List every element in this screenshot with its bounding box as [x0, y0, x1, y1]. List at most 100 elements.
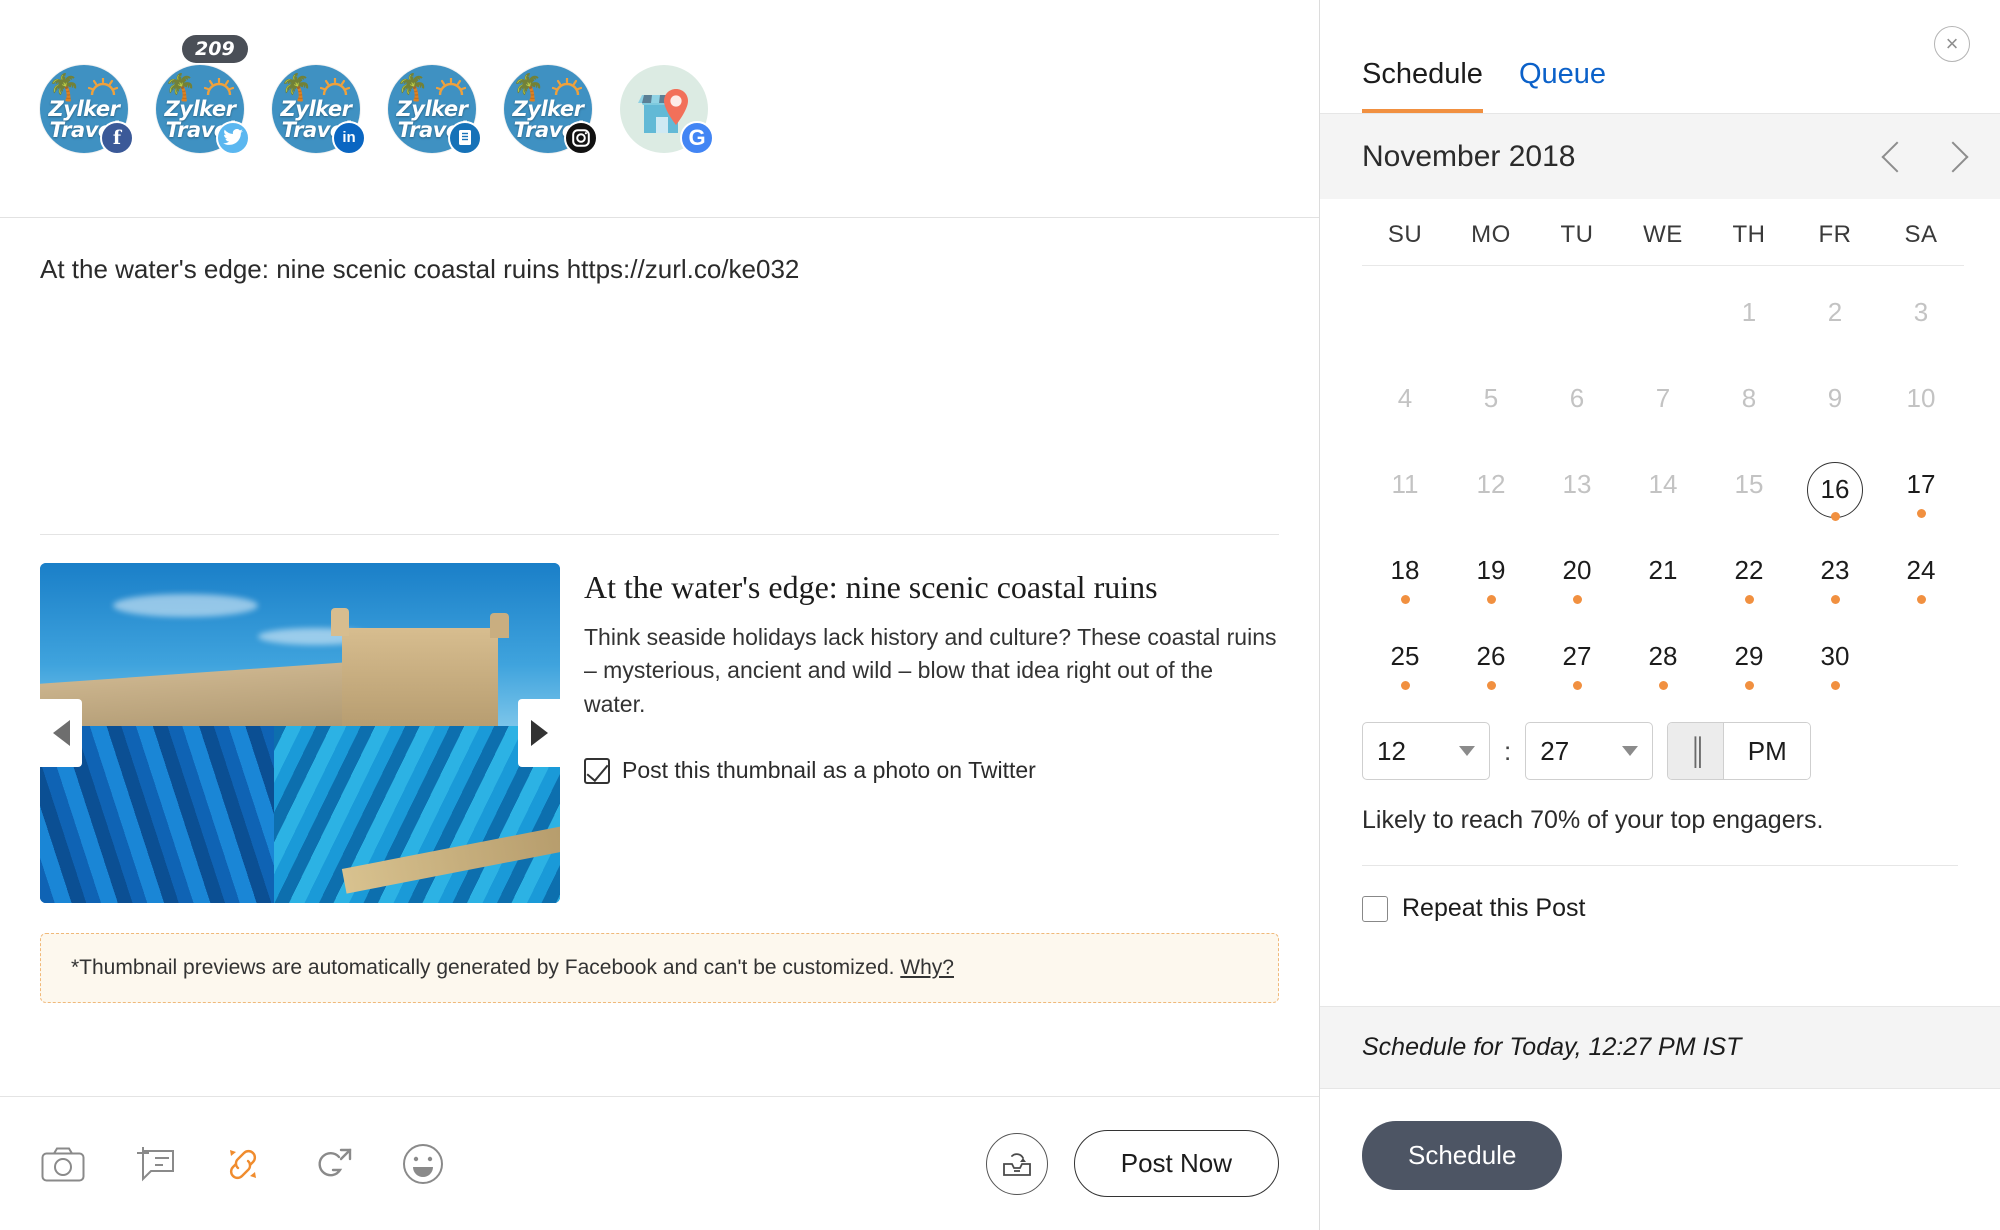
character-counter-badge: 209: [182, 34, 248, 63]
repeat-post-checkbox[interactable]: [1362, 895, 1388, 922]
calendar-day-18[interactable]: 18: [1362, 538, 1448, 610]
google-icon: G: [680, 120, 714, 155]
brand-line-1: Zylker: [396, 96, 468, 121]
save-draft-button[interactable]: [985, 1132, 1048, 1195]
calendar-day-number: 3: [1913, 297, 1929, 327]
sun-icon: [204, 77, 234, 95]
repeat-post-label: Repeat this Post: [1402, 894, 1586, 922]
post-text-area[interactable]: At the water's edge: nine scenic coastal…: [0, 218, 1319, 518]
thumbnail-prev-button[interactable]: [40, 699, 82, 767]
calendar-day-number: 16: [1807, 462, 1863, 518]
hour-value: 12: [1377, 735, 1406, 766]
schedule-summary-text: Schedule for Today, 12:27 PM IST: [1320, 1006, 2000, 1089]
calendar-day-1: 1: [1706, 280, 1792, 352]
emoji-icon[interactable]: [400, 1141, 446, 1187]
meridiem-toggle[interactable]: ║ PM: [1667, 722, 1812, 780]
link-preview-card: At the water's edge: nine scenic coastal…: [0, 535, 1319, 903]
calendar-day-number: 4: [1397, 383, 1413, 413]
calendar-day-12: 12: [1448, 452, 1534, 524]
calendar-body: 1 2 3 4 5 6 7 8 9 10 11 12 13 14 15 16 17 18 19 20 21 22 23 24 2…: [1362, 266, 1964, 696]
meridiem-toggle-handle[interactable]: ║: [1668, 723, 1725, 779]
post-now-button[interactable]: Post Now: [1073, 1130, 1279, 1197]
composer-pane: 🌴 Zylker Travel f 209 🌴 Zylker Travel 🌴 …: [0, 0, 1320, 1230]
sun-icon: [552, 77, 582, 95]
post-thumbnail-checkbox[interactable]: [584, 757, 610, 784]
account-avatar-linkedin[interactable]: 🌴 Zylker Travel in: [272, 64, 366, 155]
brand-line-1: Zylker: [512, 96, 584, 121]
post-thumbnail-checkbox-label: Post this thumbnail as a photo on Twitte…: [622, 757, 1036, 784]
calendar-day-number: 28: [1648, 641, 1678, 671]
calendar-day-25[interactable]: 25: [1362, 624, 1448, 696]
scheduled-post-dot: [1830, 681, 1840, 690]
calendar-day-23[interactable]: 23: [1792, 538, 1878, 610]
calendar-day-26[interactable]: 26: [1448, 624, 1534, 696]
time-separator: :: [1504, 735, 1512, 766]
calendar-day-21[interactable]: 21: [1620, 538, 1706, 610]
weekday-label: WE: [1643, 221, 1683, 248]
business-page-icon: [448, 120, 482, 155]
twitter-icon: [216, 120, 250, 155]
calendar-day-27[interactable]: 27: [1534, 624, 1620, 696]
calendar-day-7: 7: [1620, 366, 1706, 438]
account-avatar-facebook[interactable]: 🌴 Zylker Travel f: [40, 64, 134, 155]
calendar-day-24[interactable]: 24: [1878, 538, 1964, 610]
thumbnail-notice-text: *Thumbnail previews are automatically ge…: [71, 956, 901, 979]
schedule-footer: Schedule: [1320, 1089, 2000, 1230]
calendar-day-13: 13: [1534, 452, 1620, 524]
calendar-day-30[interactable]: 30: [1792, 624, 1878, 696]
palm-tree-icon: 🌴: [48, 71, 81, 102]
calendar-day-number: 20: [1562, 555, 1592, 585]
close-icon[interactable]: ×: [1934, 26, 1970, 62]
link-icon[interactable]: [220, 1141, 266, 1187]
calendar-day-17[interactable]: 17: [1878, 452, 1964, 524]
next-month-button[interactable]: [1937, 140, 1969, 173]
schedule-button[interactable]: Schedule: [1362, 1121, 1563, 1190]
calendar-day-3: 3: [1878, 280, 1964, 352]
link-preview-title: At the water's edge: nine scenic coastal…: [584, 569, 1158, 605]
prev-month-button[interactable]: [1881, 140, 1913, 173]
calendar-week-row: 11 12 13 14 15 16 17: [1362, 438, 1964, 524]
weekday-label: TU: [1560, 221, 1594, 248]
calendar-day-19[interactable]: 19: [1448, 538, 1534, 610]
minute-select[interactable]: 27: [1525, 722, 1654, 780]
camera-icon[interactable]: [40, 1141, 86, 1187]
calendar-day-16[interactable]: 16: [1792, 452, 1878, 524]
calendar-day-number: 9: [1827, 383, 1843, 413]
calendar-week-row: 4 5 6 7 8 9 10: [1362, 352, 1964, 438]
account-avatar-google-my-business[interactable]: G: [620, 64, 714, 155]
calendar: SU MO TU WE TH FR SA 1 2 3 4 5 6 7 8 9 10 11 12 13 14…: [1320, 199, 2000, 696]
sun-icon: [436, 77, 466, 95]
calendar-day-4: 4: [1362, 366, 1448, 438]
calendar-day-22[interactable]: 22: [1706, 538, 1792, 610]
repeat-post-row[interactable]: Repeat this Post: [1320, 866, 2000, 923]
palm-tree-icon: 🌴: [280, 71, 313, 102]
calendar-day-29[interactable]: 29: [1706, 624, 1792, 696]
grammar-icon[interactable]: [310, 1141, 356, 1187]
calendar-day-number: 18: [1390, 555, 1420, 585]
account-avatar-instagram[interactable]: 🌴 Zylker Travel: [504, 64, 598, 155]
add-comment-icon[interactable]: [130, 1141, 176, 1187]
thumbnail-notice-why-link[interactable]: Why?: [900, 956, 954, 979]
calendar-day-28[interactable]: 28: [1620, 624, 1706, 696]
linkedin-icon: in: [332, 120, 366, 155]
post-thumbnail-checkbox-row[interactable]: Post this thumbnail as a photo on Twitte…: [584, 757, 1279, 784]
thumbnail-next-button[interactable]: [518, 699, 560, 767]
tab-schedule[interactable]: Schedule: [1362, 58, 1483, 113]
calendar-day-number: 27: [1562, 641, 1592, 671]
calendar-month-label: November 2018: [1362, 139, 1576, 173]
reach-estimate-text: Likely to reach 70% of your top engagers…: [1362, 806, 1824, 834]
account-avatar-zoho-social[interactable]: 🌴 Zylker Travel: [388, 64, 482, 155]
minute-value: 27: [1540, 735, 1570, 766]
account-avatar-twitter[interactable]: 209 🌴 Zylker Travel: [156, 34, 250, 155]
calendar-day-6: 6: [1534, 366, 1620, 438]
hour-select[interactable]: 12: [1362, 722, 1490, 780]
calendar-day-20[interactable]: 20: [1534, 538, 1620, 610]
palm-tree-icon: 🌴: [164, 71, 197, 102]
facebook-icon: f: [100, 120, 134, 155]
tab-queue[interactable]: Queue: [1519, 58, 1606, 113]
calendar-day-number: 21: [1648, 555, 1678, 585]
calendar-day-number: 15: [1734, 469, 1764, 499]
calendar-day-11: 11: [1362, 452, 1448, 524]
calendar-day-9: 9: [1792, 366, 1878, 438]
chevron-down-icon: [1622, 746, 1639, 756]
